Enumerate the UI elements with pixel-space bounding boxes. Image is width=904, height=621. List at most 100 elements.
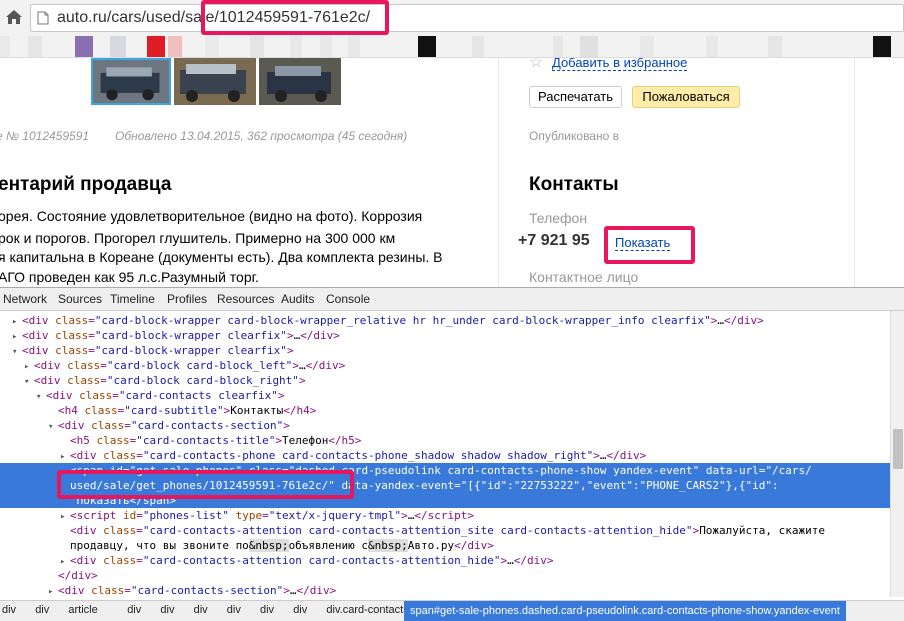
- dom-tree[interactable]: ▸ <div class="card-block-wrapper card-blo…: [0, 311, 890, 597]
- listing-number: е № 1012459591: [0, 129, 90, 143]
- home-icon[interactable]: [5, 9, 23, 25]
- dom-node-line[interactable]: ▾ <div class="card-block-wrapper clearfix…: [12, 343, 294, 358]
- dom-node-line[interactable]: продавцу, что вы звоните по&nbsp;объявле…: [60, 538, 494, 553]
- breadcrumb-item[interactable]: div: [227, 604, 241, 616]
- dom-node-line[interactable]: ▾ <div class="card-block card-block_right…: [24, 373, 306, 388]
- bookmark-item[interactable]: [147, 36, 165, 57]
- devtools-tab-bar: Network Sources Timeline Profiles Resour…: [0, 287, 904, 311]
- star-icon[interactable]: ☆: [529, 58, 543, 72]
- dom-node-line[interactable]: <h4 class="card-subtitle">Контакты</h4>: [48, 403, 316, 418]
- dom-node-text: <div class="card-block card-block_right"…: [34, 374, 306, 387]
- tab-timeline[interactable]: Timeline: [110, 292, 155, 306]
- dom-node-line[interactable]: <div class="card-contacts-attention card…: [60, 523, 825, 538]
- column-divider: [498, 58, 499, 287]
- tab-resources[interactable]: Resources: [217, 292, 274, 306]
- scroll-thumb[interactable]: [893, 429, 903, 469]
- breadcrumb-item[interactable]: div: [293, 604, 307, 616]
- dom-node-line[interactable]: ▾ <div class="card-contacts clearfix">: [36, 388, 284, 403]
- dom-node-text: <div class="card-contacts-attention card…: [70, 524, 826, 537]
- tab-network[interactable]: Network: [3, 292, 47, 306]
- tab-profiles[interactable]: Profiles: [167, 292, 207, 306]
- page-edge: [854, 58, 855, 287]
- dom-node-line[interactable]: ▸ <script id="phones-list" type="text/x-j…: [60, 508, 474, 523]
- collapse-arrow-icon[interactable]: ▸: [48, 585, 58, 597]
- expand-arrow-icon[interactable]: ▾: [24, 375, 34, 390]
- dom-node-text: <div class="card-block-wrapper clearfix"…: [22, 344, 294, 357]
- phone-label: Телефон: [529, 210, 588, 226]
- tab-console[interactable]: Console: [326, 292, 370, 306]
- bookmark-item[interactable]: [873, 36, 891, 57]
- breadcrumb-item[interactable]: div: [35, 604, 49, 616]
- car-photo-thumbnail[interactable]: [91, 58, 171, 105]
- dom-node-text: <div class="card-block-wrapper card-bloc…: [22, 314, 764, 327]
- car-photo-thumbnail[interactable]: [259, 58, 341, 105]
- dom-node-line[interactable]: ▾ <div class="card-contacts-section">: [48, 418, 290, 433]
- published-info: Опубликовано в: [529, 129, 619, 143]
- dom-node-line[interactable]: ▸ <div class="card-block card-block_left"…: [24, 358, 345, 373]
- breadcrumb-item[interactable]: div: [127, 604, 141, 616]
- expand-arrow-icon[interactable]: ▾: [12, 345, 22, 360]
- bookmark-item[interactable]: [320, 36, 332, 57]
- dom-node-text: <div class="card-contacts-section">…</di…: [58, 584, 337, 597]
- bookmark-item[interactable]: [706, 36, 718, 57]
- breadcrumb-item-active[interactable]: span#get-sale-phones.dashed.card-pseudol…: [404, 601, 846, 621]
- dom-node-line[interactable]: ▸ <div class="card-contacts-phone card-co…: [60, 448, 646, 463]
- seller-comment-title: ентарий продавца: [0, 174, 172, 195]
- dom-tree-scrollbar[interactable]: [890, 311, 904, 597]
- web-page: ☆ Добавить в избранное Распечатать Пожал…: [0, 58, 904, 287]
- complain-button[interactable]: Пожаловаться: [632, 86, 740, 108]
- bookmark-item[interactable]: [580, 36, 598, 57]
- comment-line: АГО проведен как 95 л.с.Разумный торг.: [0, 269, 259, 285]
- tab-audits[interactable]: Audits: [281, 292, 314, 306]
- dom-node-text: <h4 class="card-subtitle">Контакты</h4>: [58, 404, 317, 417]
- dom-node-text: <script id="phones-list" type="text/x-jq…: [70, 509, 475, 522]
- favorite-link[interactable]: Добавить в избранное: [552, 58, 688, 71]
- address-bar[interactable]: auto.ru/cars/used/sale/1012459591-761e2c…: [30, 4, 904, 32]
- breadcrumb-item[interactable]: div: [194, 604, 208, 616]
- dom-node-line[interactable]: ▸ <div class="card-contacts-attention car…: [60, 553, 554, 568]
- breadcrumb-item[interactable]: div: [260, 604, 274, 616]
- car-photo-thumbnail[interactable]: [174, 58, 256, 105]
- bookmark-item[interactable]: [553, 36, 563, 57]
- breadcrumb-item[interactable]: div: [2, 604, 16, 616]
- dom-node-line[interactable]: ▸ <div class="card-block-wrapper card-blo…: [12, 313, 764, 328]
- comment-line: рок и порогов. Прогорел глушитель. Приме…: [0, 230, 396, 246]
- contact-person-label: Контактное лицо: [529, 269, 639, 285]
- bookmark-item[interactable]: [205, 36, 219, 57]
- dom-node-line[interactable]: </div>: [48, 568, 98, 583]
- dom-node-line[interactable]: ▸ <div class="card-contacts-section">…</d…: [48, 583, 336, 597]
- dom-node-line[interactable]: ▸ <div class="card-block-wrapper clearfix…: [12, 328, 340, 343]
- bookmark-item[interactable]: [75, 36, 93, 57]
- bookmark-item[interactable]: [250, 36, 264, 57]
- breadcrumb: div div article div div div div div div div.card-…: [0, 600, 904, 621]
- expand-arrow-icon[interactable]: ▾: [48, 420, 58, 435]
- breadcrumb-item[interactable]: div: [160, 604, 174, 616]
- bookmark-item[interactable]: [640, 36, 654, 57]
- contacts-title: Контакты: [529, 174, 619, 195]
- url-highlight-box: [201, 0, 389, 35]
- dom-node-text: <div class="card-block card-block_left">…: [34, 359, 346, 372]
- bookmark-item[interactable]: [768, 36, 782, 57]
- dom-node-text: <div class="card-contacts-attention card…: [70, 554, 554, 567]
- updated-info: Обновлено 13.04.2015, 362 просмотра (45 …: [115, 129, 408, 143]
- bookmark-item[interactable]: [0, 36, 10, 57]
- page-icon: [37, 11, 49, 25]
- tab-sources[interactable]: Sources: [58, 292, 102, 306]
- bookmark-item[interactable]: [348, 36, 360, 57]
- url-domain: auto.ru/cars/used/sa: [57, 9, 202, 26]
- comment-line: я капитальна в Кореане (документы есть).…: [0, 249, 443, 265]
- browser-toolbar: auto.ru/cars/used/sale/1012459591-761e2c…: [0, 0, 904, 36]
- bookmark-item[interactable]: [168, 36, 182, 57]
- phone-number: +7 921 95: [518, 232, 590, 249]
- dom-node-text: <h5 class="card-contacts-title">Телефон<…: [70, 434, 362, 447]
- bookmark-item[interactable]: [472, 36, 484, 57]
- breadcrumb-item[interactable]: article: [68, 604, 97, 616]
- print-button[interactable]: Распечатать: [529, 86, 622, 108]
- dom-node-line[interactable]: <h5 class="card-contacts-title">Телефон<…: [60, 433, 361, 448]
- bookmark-item[interactable]: [28, 36, 42, 57]
- expand-arrow-icon[interactable]: ▾: [36, 390, 46, 405]
- dom-node-text: <div class="card-contacts-phone card-con…: [70, 449, 647, 462]
- bookmark-item[interactable]: [290, 36, 302, 57]
- bookmark-item[interactable]: [418, 36, 436, 57]
- bookmark-item[interactable]: [110, 36, 126, 57]
